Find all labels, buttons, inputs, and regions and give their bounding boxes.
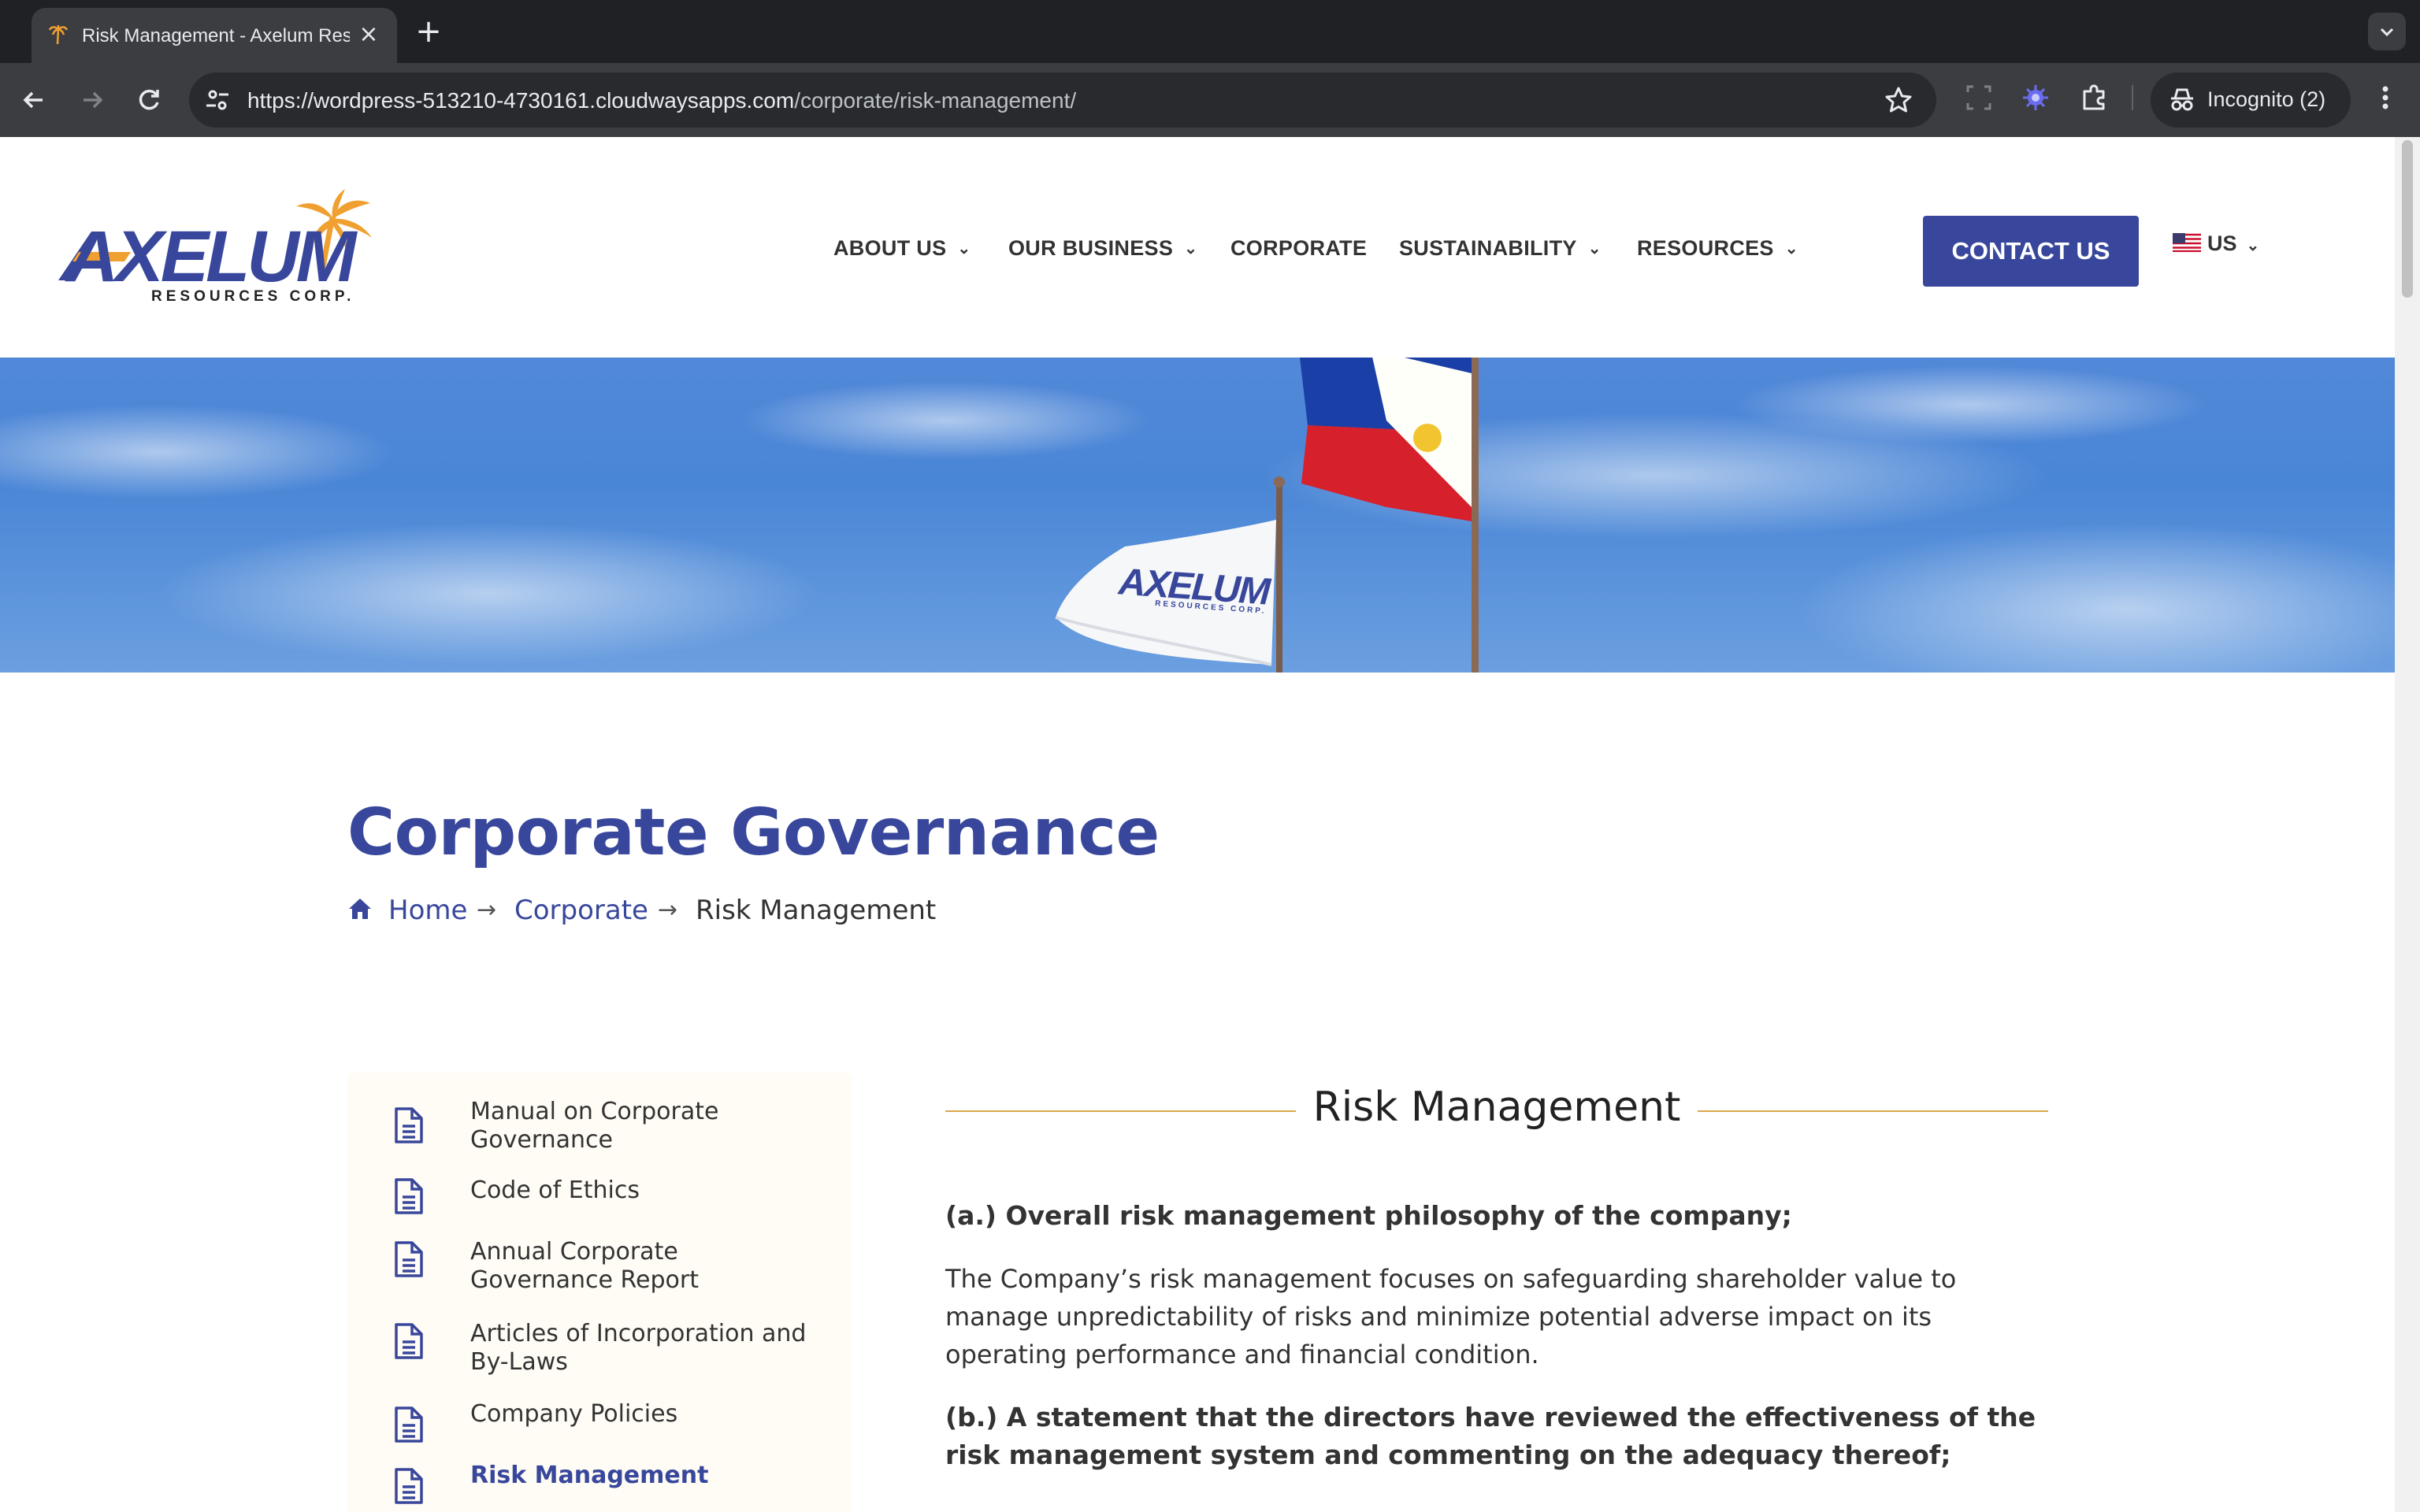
nav-about-us-label: ABOUT US bbox=[833, 236, 947, 260]
nav-corporate-label: CORPORATE bbox=[1230, 236, 1368, 260]
browser-toolbar: https://wordpress-513210-4730161.cloudwa… bbox=[0, 63, 2420, 137]
sidebar-item-label: Articles of Incorporation and By-Laws bbox=[470, 1320, 807, 1376]
nav-resources-label: RESOURCES bbox=[1637, 236, 1774, 260]
us-flag-icon bbox=[2173, 233, 2201, 252]
bookmark-star-icon[interactable] bbox=[1883, 84, 1914, 116]
browser-tab-active[interactable]: Risk Management - Axelum Resources Corp.… bbox=[32, 8, 397, 63]
chevron-down-icon: ⌄ bbox=[957, 240, 971, 258]
sidebar-item-company-policies[interactable]: Company Policies bbox=[347, 1400, 852, 1444]
tab-search-button[interactable] bbox=[2368, 13, 2406, 50]
tab-close-icon[interactable]: × bbox=[356, 22, 381, 47]
scrollbar-thumb[interactable] bbox=[2402, 140, 2413, 298]
breadcrumb-current: Risk Management bbox=[696, 895, 937, 926]
page-title: Corporate Governance bbox=[347, 795, 1160, 870]
browser-tabstrip: Risk Management - Axelum Resources Corp.… bbox=[0, 0, 2420, 63]
logo-subtitle: RESOURCES CORP. bbox=[151, 288, 355, 305]
toolbar-divider bbox=[2132, 85, 2133, 110]
puzzle-icon[interactable] bbox=[2078, 82, 2110, 113]
tab-title: Risk Management - Axelum Resources Corp. bbox=[82, 25, 350, 46]
sidebar-item-manual[interactable]: Manual on Corporate Governance bbox=[347, 1098, 852, 1156]
contact-us-button[interactable]: CONTACT US bbox=[1923, 216, 2139, 287]
section-heading: Risk Management bbox=[945, 1084, 2048, 1139]
axelum-palm-icon bbox=[48, 25, 69, 45]
back-arrow-icon[interactable] bbox=[17, 83, 50, 117]
question-a: (a.) Overall risk management philosophy … bbox=[945, 1200, 1792, 1231]
document-icon bbox=[395, 1241, 423, 1277]
sidebar-item-label: Manual on Corporate Governance bbox=[470, 1098, 719, 1154]
nav-corporate[interactable]: CORPORATE bbox=[1230, 236, 1367, 261]
url-path: /corporate/risk-management/ bbox=[794, 88, 1077, 113]
address-bar[interactable]: https://wordpress-513210-4730161.cloudwa… bbox=[189, 72, 1936, 128]
sidebar-item-label: Code of Ethics bbox=[470, 1177, 640, 1204]
chevron-down-icon bbox=[2380, 28, 2394, 37]
chevron-down-icon: ⌄ bbox=[2246, 237, 2260, 254]
page-scrollbar[interactable] bbox=[2395, 137, 2420, 1512]
forward-arrow-icon[interactable] bbox=[76, 83, 109, 117]
document-icon bbox=[395, 1107, 423, 1143]
incognito-icon bbox=[2171, 88, 2193, 111]
governance-sidebar: Manual on Corporate Governance Code of E… bbox=[347, 1073, 852, 1512]
home-icon[interactable] bbox=[347, 896, 373, 921]
breadcrumb-home[interactable]: Home bbox=[388, 895, 467, 926]
sidebar-item-articles[interactable]: Articles of Incorporation and By-Laws bbox=[347, 1320, 852, 1378]
sidebar-item-label: Annual Corporate Governance Report bbox=[470, 1238, 699, 1294]
sidebar-item-label: Company Policies bbox=[470, 1400, 678, 1428]
nav-our-business-label: OUR BUSINESS bbox=[1008, 236, 1174, 260]
incognito-label: Incognito (2) bbox=[2207, 87, 2326, 111]
url-host: https://wordpress-513210-4730161.cloudwa… bbox=[247, 88, 795, 113]
chevron-down-icon: ⌄ bbox=[1784, 240, 1798, 258]
language-selector[interactable]: US ⌄ bbox=[2173, 232, 2259, 256]
question-b: (b.) A statement that the directors have… bbox=[945, 1402, 2036, 1470]
breadcrumb-separator: → bbox=[477, 896, 497, 924]
nav-resources[interactable]: RESOURCES ⌄ bbox=[1637, 236, 1798, 261]
site-info-icon[interactable] bbox=[202, 84, 233, 116]
new-tab-button[interactable]: + bbox=[413, 16, 444, 47]
section-title: Risk Management bbox=[945, 1084, 2048, 1131]
site-logo[interactable]: AXELUM RESOURCES CORP. bbox=[55, 186, 386, 305]
url-text: https://wordpress-513210-4730161.cloudwa… bbox=[247, 88, 1076, 113]
language-label: US bbox=[2207, 232, 2237, 255]
section-title-text: Risk Management bbox=[1295, 1084, 1698, 1131]
incognito-profile-button[interactable]: Incognito (2) bbox=[2151, 72, 2351, 128]
logo-wordmark: AXELUM bbox=[66, 217, 356, 297]
nav-sustainability-label: SUSTAINABILITY bbox=[1399, 236, 1577, 260]
more-menu-icon[interactable] bbox=[2370, 82, 2401, 113]
sidebar-item-label: Risk Management bbox=[470, 1462, 709, 1489]
document-icon bbox=[395, 1323, 423, 1359]
screenshot-icon[interactable] bbox=[1963, 82, 1995, 113]
hero-banner: AXELUM RESOURCES CORP. bbox=[0, 358, 2395, 673]
sidebar-item-annual-report[interactable]: Annual Corporate Governance Report bbox=[347, 1238, 852, 1296]
extension-badge-icon[interactable] bbox=[2020, 82, 2051, 113]
chevron-down-icon: ⌄ bbox=[1587, 240, 1602, 258]
sidebar-item-code-of-ethics[interactable]: Code of Ethics bbox=[347, 1177, 852, 1216]
sidebar-item-risk-management[interactable]: Risk Management bbox=[347, 1462, 852, 1506]
answer-a: The Company’s risk management focuses on… bbox=[945, 1264, 1957, 1369]
reload-icon[interactable] bbox=[132, 83, 165, 117]
breadcrumb-corporate[interactable]: Corporate bbox=[514, 895, 648, 926]
breadcrumb-separator: → bbox=[658, 896, 678, 924]
flags-photo bbox=[0, 358, 2395, 673]
document-icon bbox=[395, 1406, 423, 1443]
document-icon bbox=[395, 1468, 423, 1504]
nav-sustainability[interactable]: SUSTAINABILITY ⌄ bbox=[1399, 236, 1602, 261]
site-header: AXELUM RESOURCES CORP. ABOUT US ⌄ OUR BUS… bbox=[0, 137, 2395, 358]
nav-our-business[interactable]: OUR BUSINESS ⌄ bbox=[1008, 236, 1197, 261]
chevron-down-icon: ⌄ bbox=[1184, 240, 1198, 258]
document-icon bbox=[395, 1178, 423, 1214]
nav-about-us[interactable]: ABOUT US ⌄ bbox=[833, 236, 971, 261]
